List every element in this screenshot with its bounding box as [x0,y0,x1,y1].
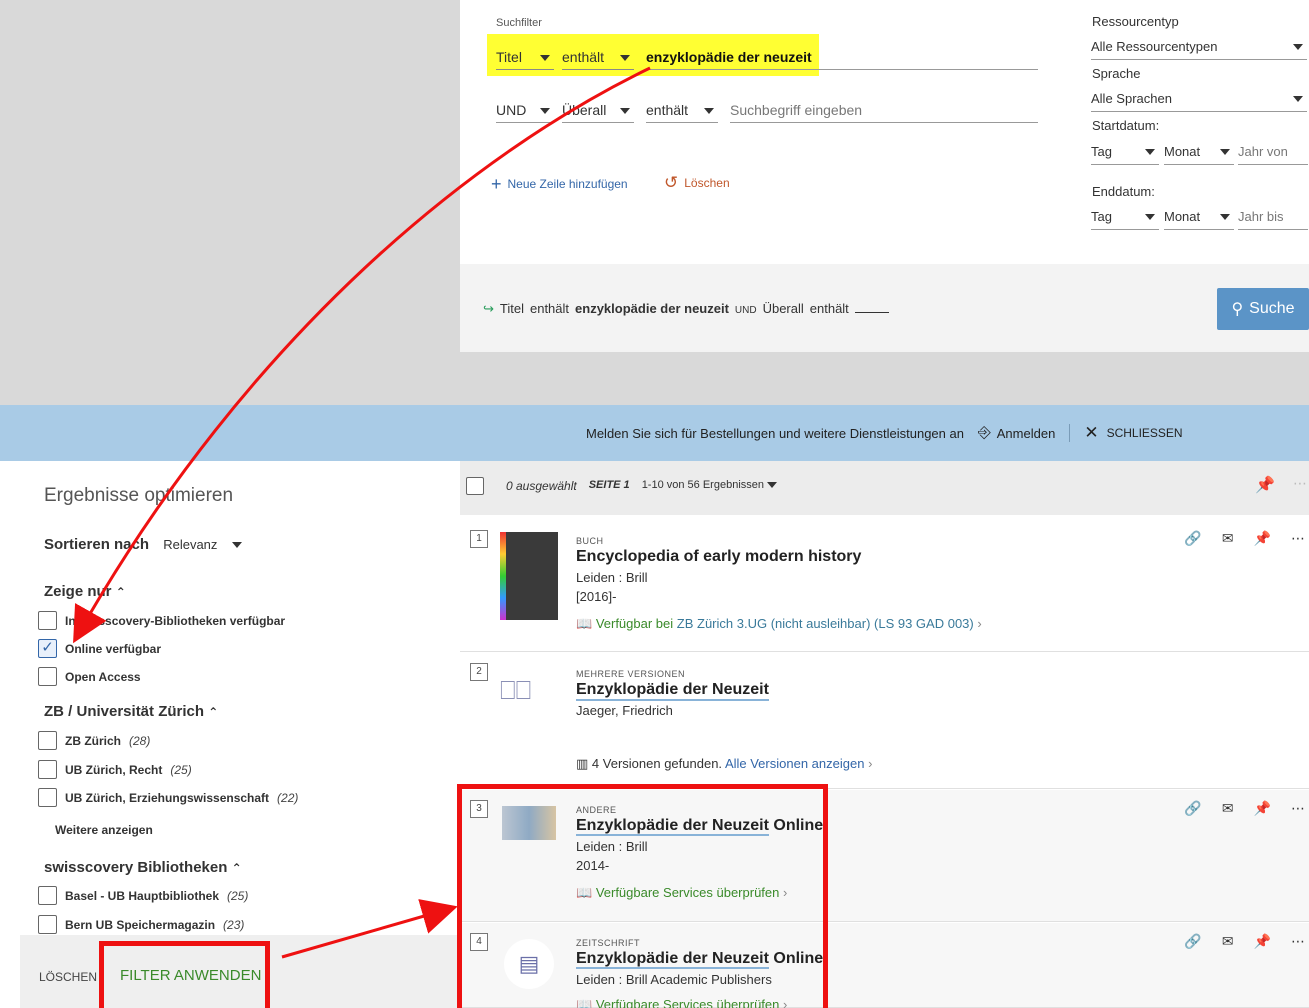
arrow-search-to-facet [73,66,651,644]
arrow-apply-to-results [281,899,458,959]
annotation-arrows [73,66,651,959]
